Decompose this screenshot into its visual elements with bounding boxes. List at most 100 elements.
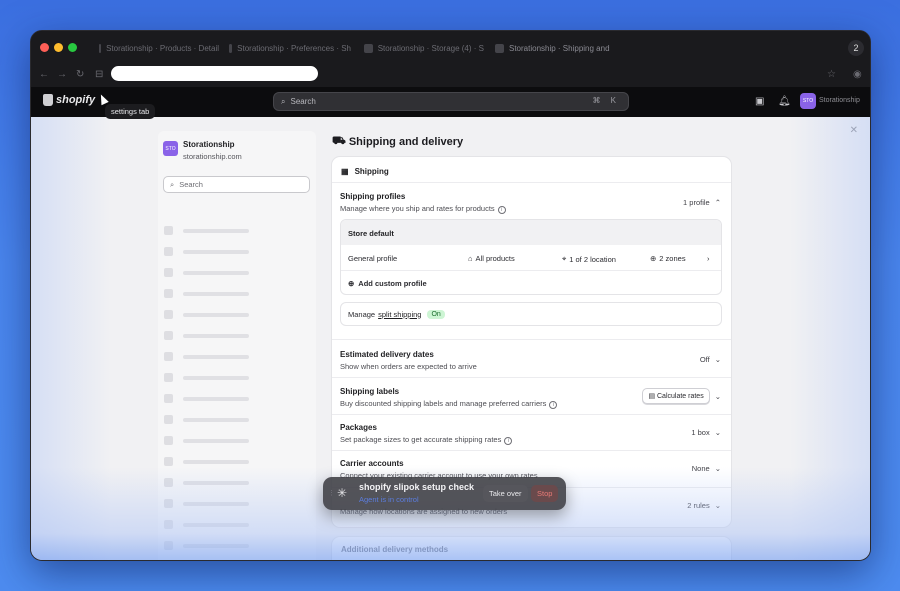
divider (332, 377, 731, 378)
packages-toggle[interactable]: 1 box ⌄ (691, 428, 721, 437)
divider (332, 182, 731, 183)
sidebar-item[interactable] (164, 541, 249, 550)
shopify-topbar: shopify ⌕ Search ⌘ K ▣ 🔔︎ STO Storations… (31, 87, 870, 117)
add-custom-profile-label: Add custom profile (358, 279, 427, 288)
search-icon: ⌕ (281, 96, 286, 106)
browser-tab[interactable]: Storationship · Storage (4) · S (364, 38, 484, 58)
browser-tab[interactable]: Storationship · Shipping and (495, 38, 625, 58)
shopify-logo[interactable]: shopify (43, 94, 95, 106)
zones-label: ⊕ 2 zones (650, 254, 686, 263)
browser-tab[interactable]: Storationship · Products · Detail (99, 38, 219, 58)
sidebar-item[interactable] (164, 394, 249, 403)
reload-icon[interactable]: ↻ (76, 69, 84, 80)
address-bar[interactable] (111, 66, 318, 81)
store-default-profiles: Store default General profile ⌂ All produ… (340, 219, 722, 295)
carrier-accounts-toggle[interactable]: None ⌄ (692, 464, 721, 473)
tab-bar: Storationship · Products · Detail Storat… (31, 31, 870, 63)
forward-icon[interactable]: → (57, 69, 67, 80)
minimize-window-button[interactable] (54, 43, 63, 52)
search-icon: ⌕ (170, 179, 175, 189)
sidebar-item[interactable] (164, 478, 249, 487)
info-icon[interactable]: i (549, 401, 558, 409)
sidebar-item-icon (164, 541, 173, 550)
site-settings-icon[interactable]: ⊟ (95, 69, 103, 80)
divider (341, 270, 721, 271)
tab-label: Storationship · Preferences · Sh (237, 43, 351, 53)
shipping-profiles-title: Shipping profiles (340, 192, 406, 201)
location-text: 1 of 2 location (569, 254, 616, 264)
back-icon[interactable]: ← (39, 69, 49, 80)
close-window-button[interactable] (40, 43, 49, 52)
sidebar-item-icon (164, 352, 173, 361)
logo-text: shopify (56, 94, 96, 106)
split-shipping-row: Manage split shipping On (340, 302, 722, 326)
sidebar-item-icon (164, 436, 173, 445)
chevron-down-icon[interactable]: ⌄ (715, 392, 721, 401)
store-icon[interactable]: ▣ (755, 96, 764, 107)
tab-favicon-icon (364, 43, 373, 53)
shipping-labels-description: Buy discounted shipping labels and manag… (340, 399, 558, 409)
tab-label: Storationship · Products · Detail (106, 43, 219, 53)
settings-search-input[interactable]: ⌕ Search (163, 176, 310, 193)
stop-button[interactable]: Stop (531, 485, 559, 502)
packages-title: Packages (340, 423, 377, 432)
globe-icon: ⊕ (650, 254, 657, 263)
all-products-label: ⌂ All products (468, 254, 515, 263)
delivery-dates-toggle[interactable]: Off ⌄ (700, 355, 721, 364)
sidebar-item[interactable] (164, 331, 249, 340)
info-icon[interactable]: i (497, 206, 506, 214)
profiles-count: 1 profile (683, 198, 710, 207)
calculator-icon: ▤ (648, 393, 657, 400)
maximize-window-button[interactable] (68, 43, 77, 52)
sidebar-item[interactable] (164, 268, 249, 277)
calculate-rates-button[interactable]: ▤ Calculate rates (642, 388, 710, 404)
sidebar-item-icon (164, 226, 173, 235)
chevron-right-icon[interactable]: › (707, 254, 710, 263)
carrier-accounts-title: Carrier accounts (340, 459, 404, 468)
profile-icon[interactable]: ◉ (853, 69, 862, 80)
split-shipping-link[interactable]: split shipping (378, 310, 421, 319)
shipping-labels-actions: ▤ Calculate rates ⌄ (642, 388, 721, 404)
sidebar-store-name: Storationship (183, 140, 235, 149)
shipping-profiles-toggle[interactable]: 1 profile ⌃ (683, 198, 721, 207)
sidebar-item-icon (164, 478, 173, 487)
sidebar-item[interactable] (164, 247, 249, 256)
info-icon[interactable]: i (504, 437, 513, 445)
sidebar-item[interactable] (164, 499, 249, 508)
sidebar-item[interactable] (164, 352, 249, 361)
sidebar-item[interactable] (164, 373, 249, 382)
global-search-input[interactable]: ⌕ Search ⌘ K (273, 92, 629, 111)
sidebar-item[interactable] (164, 436, 249, 445)
sidebar-item[interactable] (164, 457, 249, 466)
bookmark-star-icon[interactable]: ☆ (827, 69, 836, 80)
store-name[interactable]: Storationship (819, 97, 860, 104)
tab-favicon-icon (495, 43, 504, 53)
take-over-button[interactable]: Take over (483, 485, 528, 502)
sidebar-item[interactable] (164, 289, 249, 298)
keyboard-shortcut: ⌘ K (592, 96, 620, 105)
shipping-card: ▦ Shipping Shipping profiles Manage where… (332, 157, 731, 527)
order-routing-toggle[interactable]: 2 rules ⌄ (687, 501, 721, 510)
sidebar-item[interactable] (164, 520, 249, 529)
box-icon: ▦ (341, 167, 349, 176)
close-icon[interactable]: ✕ (850, 125, 858, 136)
avatar[interactable]: STO (800, 93, 816, 109)
bell-icon[interactable]: 🔔︎ (778, 96, 791, 107)
shipping-profiles-description: Manage where you ship and rates for prod… (340, 204, 506, 214)
tab-favicon-icon (99, 43, 102, 53)
chevron-down-icon: ⌄ (714, 428, 721, 437)
sidebar-item[interactable] (164, 226, 249, 235)
sidebar-item[interactable] (164, 310, 249, 319)
browser-tab[interactable]: Storationship · Preferences · Sh (229, 38, 351, 58)
tab-count-badge[interactable]: 2 (848, 40, 864, 56)
general-profile-label: General profile (348, 254, 398, 263)
add-custom-profile-button[interactable]: ⊕ Add custom profile (348, 279, 427, 288)
sidebar-item-icon (164, 247, 173, 256)
sidebar-item[interactable] (164, 415, 249, 424)
delivery-dates-title: Estimated delivery dates (340, 350, 434, 359)
order-routing-value: 2 rules (687, 501, 710, 510)
sidebar-item-icon (164, 394, 173, 403)
shipping-labels-sub: Buy discounted shipping labels and manag… (340, 399, 547, 408)
divider (332, 450, 731, 451)
pin-icon: ⌖ (562, 254, 567, 263)
